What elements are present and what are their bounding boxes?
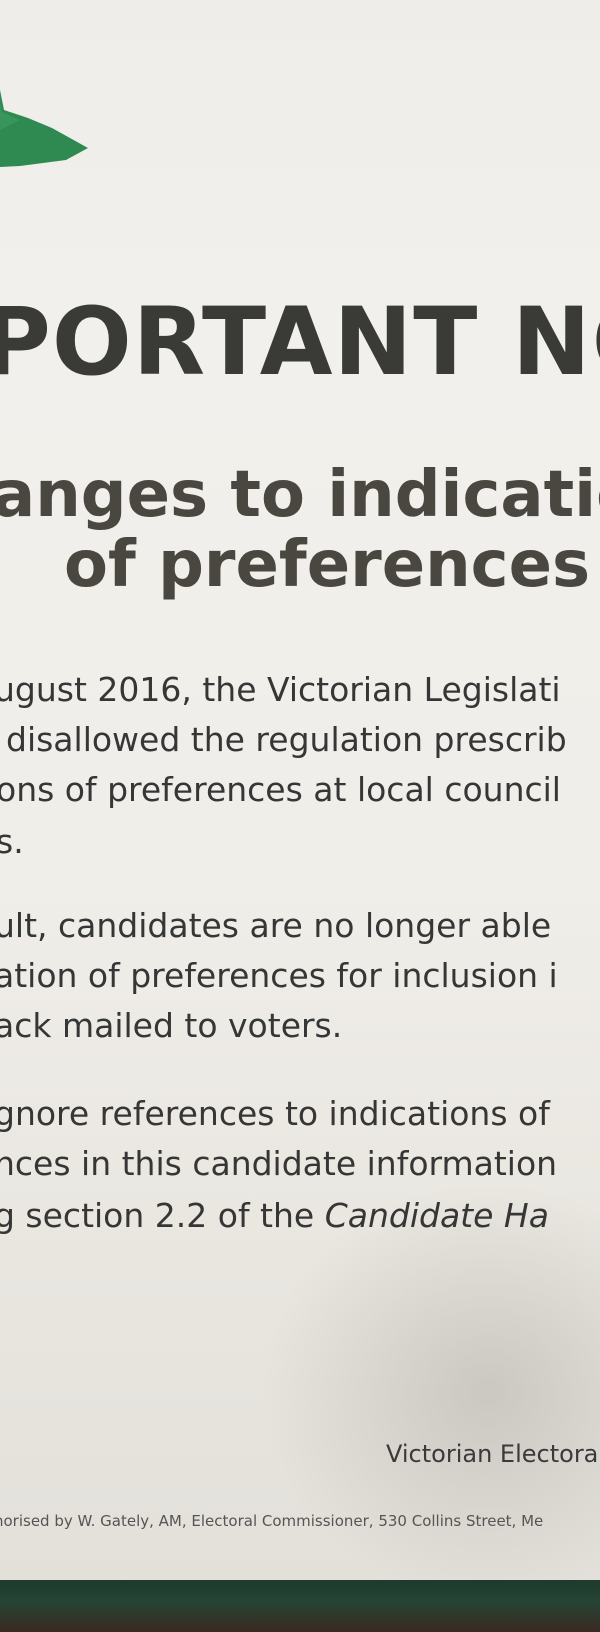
candidate-handbook-title: Candidate Ha <box>324 1196 549 1235</box>
leaf-logo-icon <box>0 90 88 167</box>
notice-subtitle-line1: anges to indication <box>0 458 600 532</box>
notice-subtitle-line2: of preferences <box>64 528 591 602</box>
paragraph3-line2: nces in this candidate information <box>0 1144 558 1183</box>
paragraph1-line1: ugust 2016, the Victorian Legislati <box>0 670 561 709</box>
background-band <box>0 1580 600 1632</box>
paragraph1-line4: s. <box>0 822 24 861</box>
notice-paper: PORTANT NOT anges to indication of prefe… <box>0 0 600 1580</box>
paragraph3-line3-text: g section 2.2 of the <box>0 1196 325 1235</box>
signature-organisation: Victorian Electora <box>386 1440 599 1468</box>
paragraph3-line1: gnore references to indications of <box>0 1094 550 1133</box>
notice-title: PORTANT NOT <box>0 288 600 397</box>
paragraph2-line1: ult, candidates are no longer able <box>0 906 552 945</box>
paragraph1-line3: ons of preferences at local council <box>0 770 561 809</box>
paragraph3-line3: g section 2.2 of the Candidate Ha <box>0 1196 549 1235</box>
paragraph2-line3: ack mailed to voters. <box>0 1006 343 1045</box>
paragraph1-line2: disallowed the regulation prescrib <box>6 720 567 759</box>
paragraph2-line2: ation of preferences for inclusion i <box>0 956 558 995</box>
authorisation-footer: norised by W. Gately, AM, Electoral Comm… <box>0 1512 544 1530</box>
